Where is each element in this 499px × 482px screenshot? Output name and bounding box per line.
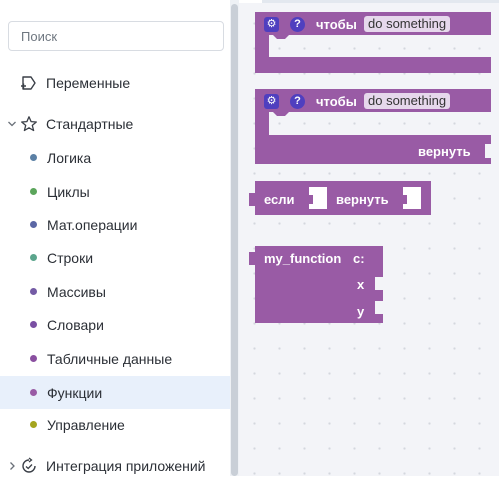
category-standard[interactable]: Стандартные (0, 107, 230, 140)
category-variables[interactable]: Переменные (0, 66, 230, 99)
chevron-down-icon[interactable] (7, 119, 17, 129)
category-color-dot (30, 154, 37, 161)
category-strings[interactable]: Строки (0, 241, 230, 274)
category-label: Функции (47, 384, 103, 401)
category-color-dot (30, 389, 37, 396)
category-label: Массивы (47, 283, 106, 300)
category-color-dot (30, 254, 37, 261)
toolbox-sidebar: Переменные Стандартные Логика Циклы Мат.… (0, 0, 230, 476)
category-math[interactable]: Мат.операции (0, 208, 230, 241)
sidebar-scrollbar-thumb[interactable] (231, 4, 238, 476)
star-icon (21, 115, 37, 131)
category-app-integration[interactable]: Интеграция приложений (0, 449, 230, 482)
params-label: с: (353, 251, 365, 266)
category-label: Циклы (47, 183, 90, 200)
category-functions[interactable]: Функции (0, 376, 230, 409)
category-label: Переменные (46, 74, 131, 91)
category-label: Управление (47, 416, 125, 433)
category-label: Строки (47, 249, 94, 266)
category-color-dot (30, 188, 37, 195)
category-label: Словари (47, 316, 104, 333)
category-dictionaries[interactable]: Словари (0, 308, 230, 341)
category-color-dot (30, 421, 37, 428)
category-lists[interactable]: Массивы (0, 275, 230, 308)
function-call-block-shape (249, 246, 383, 323)
integration-icon (22, 456, 36, 473)
category-color-dot (30, 288, 37, 295)
category-logic[interactable]: Логика (0, 141, 230, 174)
category-label: Логика (47, 149, 92, 166)
blocks-workspace[interactable]: ⚙ ? чтобы do something ⚙ ? чтобы do some… (239, 3, 499, 476)
search-input[interactable] (8, 21, 224, 51)
variable-icon (21, 75, 36, 90)
category-label: Интеграция приложений (46, 457, 206, 474)
category-loops[interactable]: Циклы (0, 175, 230, 208)
category-color-dot (30, 321, 37, 328)
param-y-label: y (357, 304, 365, 319)
category-table-data[interactable]: Табличные данные (0, 342, 230, 375)
category-label: Стандартные (46, 115, 134, 132)
category-label: Табличные данные (47, 350, 173, 367)
category-color-dot (30, 355, 37, 362)
category-control[interactable]: Управление (0, 408, 230, 441)
function-name: my_function (264, 251, 342, 266)
category-color-dot (30, 221, 37, 228)
category-label: Мат.операции (47, 216, 138, 233)
chevron-right-icon[interactable] (7, 461, 17, 471)
param-x-label: x (357, 277, 365, 292)
